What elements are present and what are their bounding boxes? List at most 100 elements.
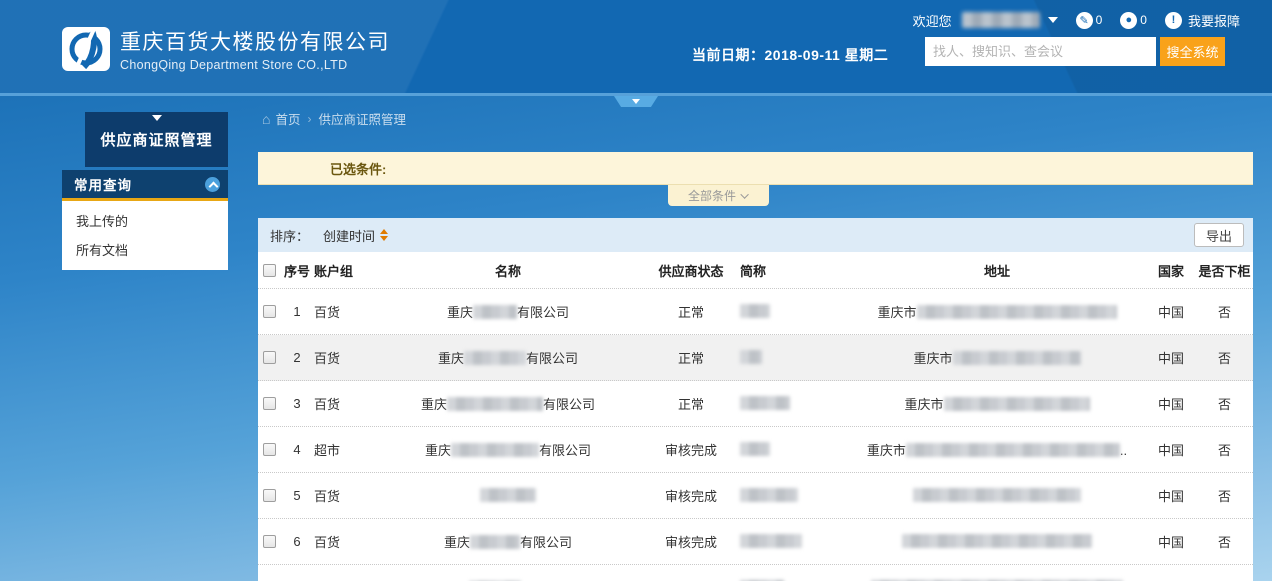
cell-address: 重庆市..	[848, 440, 1146, 459]
pencil-badge-icon[interactable]: ✎	[1076, 12, 1093, 29]
reply-badge-icon[interactable]: ●	[1120, 12, 1137, 29]
sort-direction-icon[interactable]	[380, 229, 388, 241]
cell-name: 重庆有限公司	[374, 440, 642, 459]
cell-country: 中国	[1146, 486, 1196, 505]
sidebar-section: 常用查询 我上传的 所有文档	[62, 170, 228, 270]
table-row: 2 百货 重庆有限公司 正常 重庆市 中国 否	[258, 335, 1253, 381]
cell-short-name	[740, 350, 848, 365]
redacted-text	[447, 397, 543, 411]
redacted-text	[906, 443, 1120, 457]
export-button[interactable]: 导出	[1194, 223, 1244, 247]
redacted-text	[740, 396, 790, 410]
cell-short-name	[740, 534, 848, 549]
module-title-label: 供应商证照管理	[100, 129, 212, 150]
redacted-text	[480, 488, 536, 502]
cell-name: 重庆有限公司	[374, 302, 642, 321]
table-header-row: 序号 账户组 名称 供应商状态 简称 地址 国家 是否下柜	[258, 252, 1253, 289]
sort-field-created-time[interactable]: 创建时间	[323, 226, 375, 245]
sidebar-section-header[interactable]: 常用查询	[62, 170, 228, 198]
cell-no: 6	[280, 534, 314, 549]
company-logo-icon	[62, 27, 110, 71]
cell-account-group: 百货	[314, 486, 374, 505]
report-fault-link[interactable]: 我要报障	[1188, 11, 1240, 30]
cell-country: 中国	[1146, 394, 1196, 413]
row-checkbox[interactable]	[263, 351, 276, 364]
cell-address: 重庆市	[848, 348, 1146, 367]
col-header-short-name: 简称	[740, 261, 848, 280]
row-checkbox[interactable]	[263, 397, 276, 410]
table-row: 6 百货 重庆有限公司 审核完成 中国 否	[258, 519, 1253, 565]
row-checkbox[interactable]	[263, 443, 276, 456]
cell-status: 审核完成	[642, 440, 740, 459]
reply-badge-count[interactable]: 0	[1140, 13, 1147, 27]
sidebar-menu: 我上传的 所有文档	[62, 201, 228, 270]
col-header-country: 国家	[1146, 261, 1196, 280]
cell-name: 重庆有限公司	[374, 532, 642, 551]
home-icon: ⌂	[262, 111, 270, 127]
col-header-status: 供应商状态	[642, 261, 740, 280]
breadcrumb: ⌂ 首页 › 供应商证照管理	[262, 109, 406, 128]
select-all-checkbox[interactable]	[263, 264, 276, 277]
table-row: 4 超市 重庆有限公司 审核完成 重庆市.. 中国 否	[258, 427, 1253, 473]
all-conditions-chevron-down-icon	[740, 190, 748, 198]
collapse-chevron-down-icon	[632, 99, 640, 104]
table-row: 1 百货 重庆有限公司 正常 重庆市 中国 否	[258, 289, 1253, 335]
cell-off-shelf: 否	[1196, 486, 1253, 505]
global-search-input[interactable]	[925, 37, 1156, 66]
pencil-badge-count[interactable]: 0	[1096, 13, 1103, 27]
alert-exclamation-icon[interactable]: !	[1165, 12, 1182, 29]
company-name-en: ChongQing Department Store CO.,LTD	[120, 58, 390, 72]
company-name-block: 重庆百货大楼股份有限公司 ChongQing Department Store …	[120, 26, 390, 72]
cell-account-group: 百货	[314, 348, 374, 367]
module-chevron-down-icon	[152, 115, 162, 121]
cell-off-shelf: 否	[1196, 532, 1253, 551]
cell-status: 审核完成	[642, 532, 740, 551]
cell-no: 3	[280, 396, 314, 411]
welcome-label: 欢迎您	[913, 11, 952, 30]
section-collapse-chevron-up-icon[interactable]	[205, 177, 220, 192]
row-checkbox[interactable]	[263, 535, 276, 548]
all-conditions-tab[interactable]: 全部条件	[668, 185, 769, 206]
cell-short-name	[740, 304, 848, 319]
username-redacted[interactable]	[962, 12, 1040, 28]
row-checkbox[interactable]	[263, 305, 276, 318]
cell-off-shelf: 否	[1196, 440, 1253, 459]
cell-status: 审核完成	[642, 486, 740, 505]
breadcrumb-current: 供应商证照管理	[318, 109, 406, 128]
sort-toolbar: 排序： 创建时间 导出	[258, 218, 1253, 252]
global-search-button[interactable]: 搜全系统	[1160, 37, 1225, 66]
breadcrumb-separator: ›	[307, 112, 311, 126]
cell-no: 4	[280, 442, 314, 457]
user-menu-chevron-down-icon[interactable]	[1048, 17, 1058, 23]
company-name-cn: 重庆百货大楼股份有限公司	[120, 26, 390, 56]
cell-no: 2	[280, 350, 314, 365]
col-header-address: 地址	[848, 261, 1146, 280]
table-row: 5 百货 审核完成 中国 否	[258, 473, 1253, 519]
col-header-name: 名称	[374, 261, 642, 280]
top-header-bar: 重庆百货大楼股份有限公司 ChongQing Department Store …	[0, 0, 1272, 93]
cell-name	[374, 488, 642, 503]
supplier-table: 序号 账户组 名称 供应商状态 简称 地址 国家 是否下柜 1 百货 重庆有限公…	[258, 252, 1253, 581]
redacted-text	[917, 305, 1117, 319]
breadcrumb-home[interactable]: 首页	[275, 109, 300, 128]
row-checkbox[interactable]	[263, 489, 276, 502]
sidebar-module-title[interactable]: 供应商证照管理	[85, 112, 228, 167]
cell-country: 中国	[1146, 302, 1196, 321]
cell-country: 中国	[1146, 440, 1196, 459]
header-collapse-tab[interactable]	[614, 96, 658, 107]
cell-address: 重庆市	[848, 394, 1146, 413]
cell-country: 中国	[1146, 348, 1196, 367]
app-page: 重庆百货大楼股份有限公司 ChongQing Department Store …	[0, 0, 1272, 581]
cell-status: 正常	[642, 394, 740, 413]
col-header-account-group: 账户组	[314, 261, 374, 280]
cell-off-shelf: 否	[1196, 348, 1253, 367]
all-conditions-label: 全部条件	[688, 187, 736, 204]
redacted-text	[740, 304, 770, 318]
redacted-text	[464, 351, 526, 365]
sidebar-item-all-documents[interactable]: 所有文档	[62, 235, 228, 264]
redacted-text	[451, 443, 539, 457]
redacted-text	[473, 305, 517, 319]
sidebar-item-my-uploads[interactable]: 我上传的	[62, 206, 228, 235]
col-header-off-shelf: 是否下柜	[1196, 261, 1253, 280]
cell-account-group: 百货	[314, 302, 374, 321]
